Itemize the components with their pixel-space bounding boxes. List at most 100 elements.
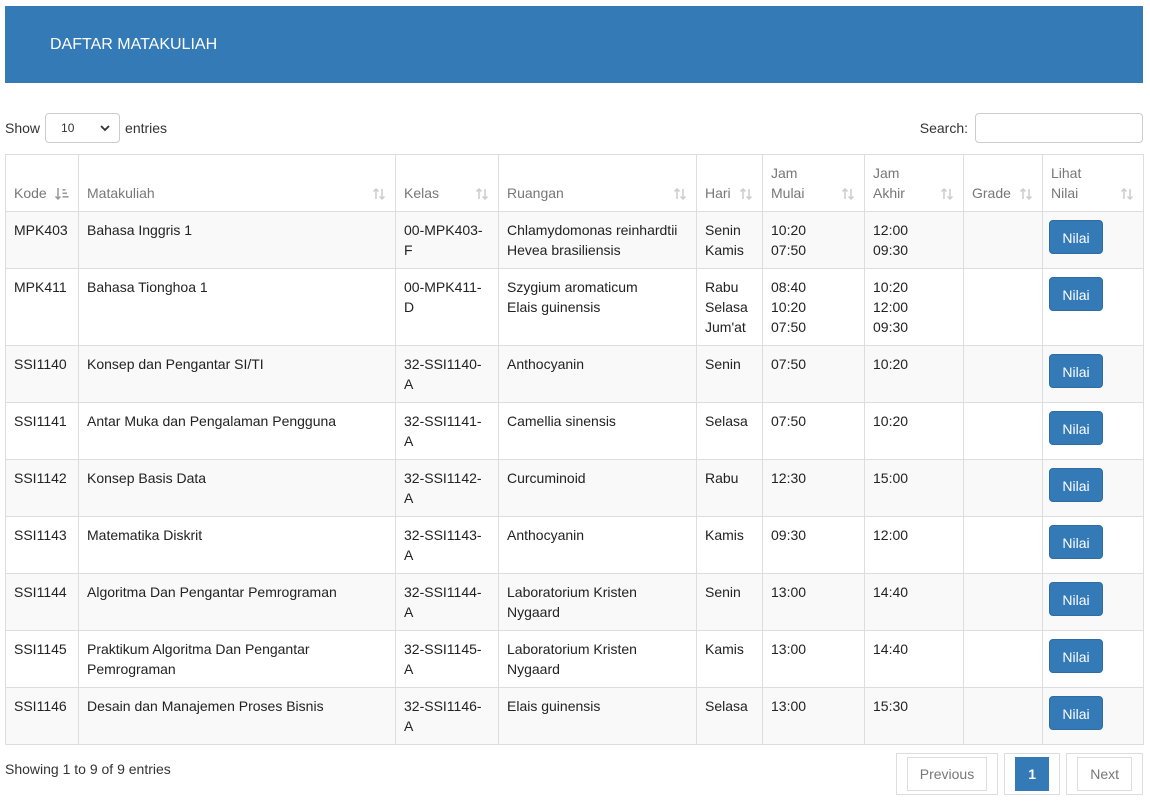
akhir-text: 12:00	[873, 527, 909, 543]
column-header-grade[interactable]: Grade	[963, 154, 1043, 212]
cell-matakuliah: Matematika Diskrit	[78, 516, 396, 574]
hari-text: Kamis	[705, 242, 744, 258]
cell-grade	[963, 630, 1043, 688]
cell-akhir: 10:20	[864, 402, 964, 460]
akhir-text: 10:20	[873, 413, 909, 429]
cell-akhir: 15:00	[864, 459, 964, 517]
table-row: SSI1142 Konsep Basis Data 32-SSI1142-A Curc…	[5, 459, 1144, 517]
sort-both-icon	[673, 187, 687, 201]
nilai-button[interactable]: Nilai	[1049, 220, 1103, 254]
cell-grade	[963, 211, 1043, 269]
nilai-button[interactable]: Nilai	[1049, 639, 1103, 673]
matakuliah-text: Desain dan Manajemen Proses Bisnis	[87, 698, 324, 714]
cell-ruangan: Elais guinensis	[498, 687, 697, 745]
hari-text: Rabu	[705, 279, 739, 295]
table-row: MPK403 Bahasa Inggris 1 00-MPK403-F Chlamyd…	[5, 211, 1144, 269]
akhir-text: 15:00	[873, 470, 909, 486]
sort-both-icon	[1019, 187, 1033, 201]
hari-text: Selasa	[705, 299, 748, 315]
length-control: Show 10 entries	[5, 113, 167, 143]
mulai-text: 10:20	[771, 222, 807, 238]
ruangan-text: Hevea brasiliensis	[507, 242, 621, 258]
ruangan-text: Laboratorium Kristen Nygaard	[507, 641, 637, 677]
page-header: DAFTAR MATAKULIAH	[5, 6, 1143, 83]
akhir-text: 10:20	[873, 279, 909, 295]
nilai-button[interactable]: Nilai	[1049, 411, 1103, 445]
entries-length-select[interactable]: 10	[45, 113, 121, 143]
kelas-text: 00-MPK411-D	[404, 279, 482, 315]
ruangan-text: Camellia sinensis	[507, 413, 616, 429]
nilai-button[interactable]: Nilai	[1049, 525, 1103, 559]
column-header-akhir[interactable]: Jam Akhir	[864, 154, 964, 212]
column-header-matakuliah[interactable]: Matakuliah	[78, 154, 396, 212]
cell-mulai: 09:30	[762, 516, 865, 574]
cell-kelas: 32-SSI1145-A	[395, 630, 499, 688]
column-header-kelas[interactable]: Kelas	[395, 154, 499, 212]
kode-text: SSI1140	[14, 356, 67, 372]
column-header-ruangan[interactable]: Ruangan	[498, 154, 697, 212]
nilai-button[interactable]: Nilai	[1049, 696, 1103, 730]
kode-text: MPK403	[14, 222, 68, 238]
cell-kelas: 32-SSI1141-A	[395, 402, 499, 460]
pagination-page-wrap: 1	[1004, 753, 1061, 795]
nilai-button[interactable]: Nilai	[1049, 277, 1103, 311]
akhir-text: 15:30	[873, 698, 909, 714]
matakuliah-text: Konsep dan Pengantar SI/TI	[87, 356, 264, 372]
column-header-mulai[interactable]: Jam Mulai	[762, 154, 865, 212]
cell-lihat-nilai: Nilai	[1042, 211, 1144, 269]
akhir-text: 12:00	[873, 222, 909, 238]
kelas-text: 00-MPK403-F	[404, 222, 483, 258]
cell-lihat-nilai: Nilai	[1042, 516, 1144, 574]
column-header-kode[interactable]: Kode	[5, 154, 79, 212]
cell-kelas: 32-SSI1142-A	[395, 459, 499, 517]
cell-grade	[963, 345, 1043, 403]
cell-akhir: 10:20	[864, 345, 964, 403]
table-row: MPK411 Bahasa Tionghoa 1 00-MPK411-D Szygiu…	[5, 268, 1144, 346]
cell-kode: SSI1144	[5, 573, 79, 631]
next-button[interactable]: Next	[1077, 757, 1132, 791]
cell-mulai: 13:00	[762, 630, 865, 688]
cell-kode: SSI1141	[5, 402, 79, 460]
cell-mulai: 07:50	[762, 402, 865, 460]
pagination: Previous 1 Next	[890, 753, 1143, 795]
page-1-button[interactable]: 1	[1015, 757, 1050, 791]
cell-mulai: 13:00	[762, 573, 865, 631]
kode-text: MPK411	[14, 279, 67, 295]
cell-hari: Kamis	[696, 516, 763, 574]
akhir-text: 12:00	[873, 299, 909, 315]
sort-both-icon	[940, 187, 954, 201]
cell-hari: Rabu	[696, 459, 763, 517]
nilai-button[interactable]: Nilai	[1049, 582, 1103, 616]
ruangan-text: Curcuminoid	[507, 470, 586, 486]
kelas-text: 32-SSI1140-A	[404, 356, 482, 392]
column-header-nilai[interactable]: Lihat Nilai	[1042, 154, 1144, 212]
cell-akhir: 14:40	[864, 573, 964, 631]
table-row: SSI1145 Praktikum Algoritma Dan Pengantar…	[5, 630, 1144, 688]
matakuliah-text: Algoritma Dan Pengantar Pemrograman	[87, 584, 337, 600]
matakuliah-text: Antar Muka dan Pengalaman Pengguna	[87, 413, 337, 429]
nilai-button[interactable]: Nilai	[1049, 468, 1103, 502]
chevron-down-icon	[100, 125, 110, 132]
cell-lihat-nilai: Nilai	[1042, 630, 1144, 688]
cell-mulai: 10:20 07:50	[762, 211, 865, 269]
cell-matakuliah: Konsep Basis Data	[78, 459, 396, 517]
cell-lihat-nilai: Nilai	[1042, 459, 1144, 517]
table-row: SSI1144 Algoritma Dan Pengantar Pemrogram…	[5, 573, 1144, 631]
mulai-text: 07:50	[771, 242, 807, 258]
hari-text: Kamis	[705, 527, 744, 543]
matakuliah-text: Bahasa Tionghoa 1	[87, 279, 208, 295]
kelas-text: 32-SSI1142-A	[404, 470, 482, 506]
hari-text: Selasa	[705, 413, 748, 429]
cell-grade	[963, 573, 1043, 631]
cell-hari: Selasa	[696, 687, 763, 745]
hari-text: Selasa	[705, 698, 748, 714]
course-table: Kode Matakuliah Kelas Ruangan Hari Jam Mulai Ja…	[5, 154, 1144, 745]
column-header-hari[interactable]: Hari	[696, 154, 763, 212]
cell-grade	[963, 516, 1043, 574]
search-control: Search:	[920, 113, 1143, 143]
nilai-button[interactable]: Nilai	[1049, 354, 1103, 388]
cell-matakuliah: Algoritma Dan Pengantar Pemrograman	[78, 573, 396, 631]
cell-mulai: 08:40 10:20 07:50	[762, 268, 865, 346]
previous-button[interactable]: Previous	[906, 757, 988, 791]
search-input[interactable]	[975, 113, 1143, 143]
